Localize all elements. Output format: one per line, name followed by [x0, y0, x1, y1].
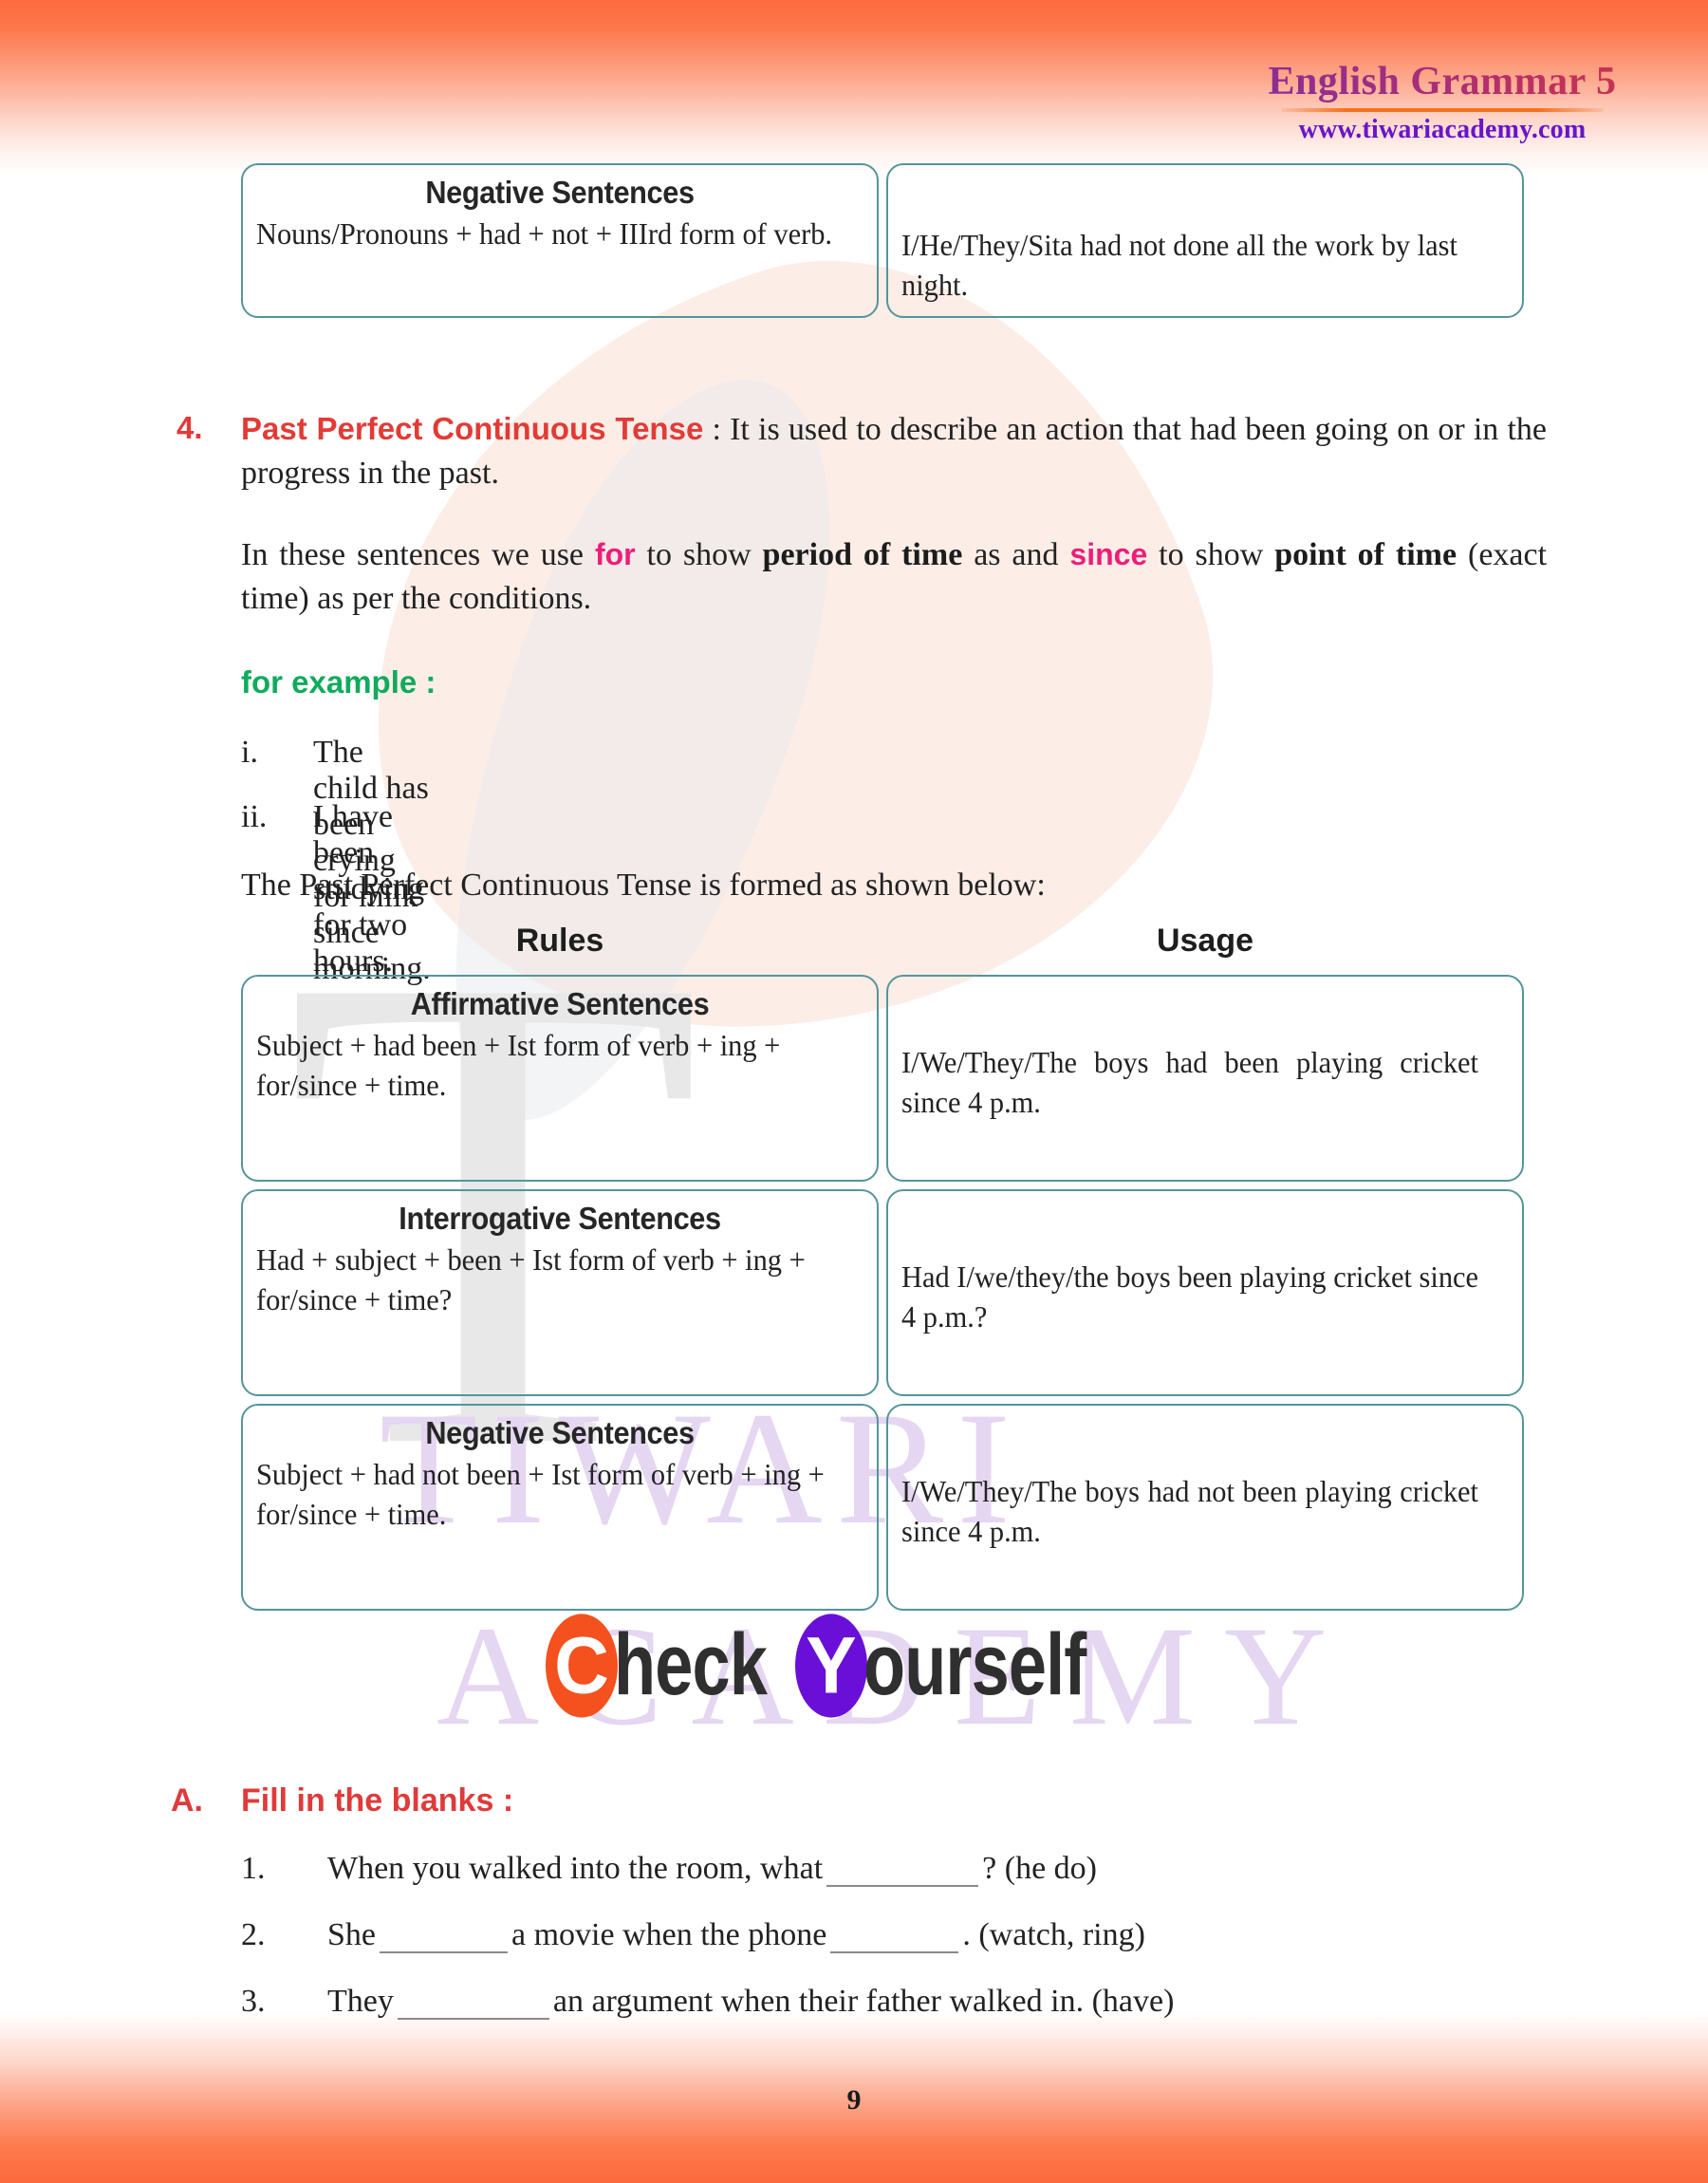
check-yourself-y-badge: Y: [794, 1614, 867, 1718]
table-cell-usage: I/He/They/Sita had not done all the work…: [886, 163, 1524, 319]
table-cell-usage: Had I/we/they/the boys been playing cric…: [886, 1189, 1524, 1396]
usage-body: I/He/They/Sita had not done all the work…: [901, 228, 1457, 302]
question-text-1: When you walked into the room, what ? (he…: [327, 1851, 1097, 1887]
usage-note-part4: to show: [1147, 537, 1275, 572]
keyword-period-of-time: period of time: [762, 537, 963, 572]
question-number: 3.: [241, 1984, 266, 2019]
rule-body: Nouns/Pronouns + had + not + IIIrd form …: [256, 216, 832, 251]
column-header-usage: Usage: [1156, 923, 1254, 959]
exercise-title: Fill in the blanks :: [241, 1782, 514, 1819]
question-1-after: ? (he do): [982, 1851, 1097, 1886]
answer-blank[interactable]: [830, 1925, 959, 1953]
example-marker: i.: [241, 735, 258, 770]
table-cell-rule: Negative Sentences Subject + had not bee…: [241, 1404, 879, 1611]
exercise-letter: A.: [171, 1782, 203, 1819]
usage-note-part2: to show: [635, 537, 763, 572]
section-number: 4.: [176, 410, 203, 445]
question-1-before: When you walked into the room, what: [327, 1851, 824, 1886]
for-example-label: for example :: [241, 664, 436, 700]
table-cell-rule: Negative Sentences Nouns/Pronouns + had …: [241, 163, 879, 319]
rule-heading: Affirmative Sentences: [410, 986, 710, 1021]
table-cell-usage: I/We/They/The boys had not been playing …: [886, 1404, 1524, 1611]
rule-body: Had + subject + been + Ist form of verb …: [256, 1242, 806, 1316]
column-header-rules: Rules: [515, 923, 604, 959]
check-yourself-c-badge: C: [546, 1614, 618, 1718]
question-3-after: an argument when their father walked in.…: [552, 1984, 1175, 2019]
main-table-row-negative: Negative Sentences Subject + had not bee…: [241, 1404, 1524, 1611]
book-title: English Grammar 5: [1177, 59, 1708, 104]
question-2-after: . (watch, ring): [962, 1917, 1145, 1952]
rule-heading: Negative Sentences: [425, 175, 695, 210]
website-url[interactable]: www.tiwariacademy.com: [1177, 115, 1708, 145]
rule-heading: Negative Sentences: [425, 1415, 695, 1450]
usage-note-part1: In these sentences we use: [241, 537, 595, 572]
usage-body: I/We/They/The boys had not been playing …: [901, 1474, 1478, 1548]
answer-blank[interactable]: [826, 1858, 979, 1887]
question-text-2: She a movie when the phone . (watch, ring): [327, 1917, 1145, 1953]
table-cell-usage: I/We/They/The boys had been playing cric…: [886, 975, 1524, 1182]
question-3-before: They: [327, 1984, 394, 2019]
rule-body: Subject + had been + Ist form of verb + …: [256, 1028, 781, 1102]
main-table-row-affirmative: Affirmative Sentences Subject + had been…: [241, 975, 1524, 1182]
header-divider: [1281, 108, 1604, 112]
check-yourself-heck-text: heck: [614, 1616, 768, 1714]
keyword-point-of-time: point of time: [1274, 537, 1457, 572]
rule-body: Subject + had not been + Ist form of ver…: [256, 1457, 825, 1531]
section-definition-paragraph: Past Perfect Continuous Tense : It is us…: [241, 408, 1547, 495]
question-text-3: They an argument when their father walked…: [327, 1984, 1174, 2020]
main-table-column-headers: Rules Usage: [241, 923, 1524, 960]
usage-body: Had I/we/they/the boys been playing cric…: [901, 1259, 1478, 1334]
answer-blank[interactable]: [380, 1925, 508, 1953]
usage-note-part3: as and: [962, 537, 1070, 572]
answer-blank[interactable]: [397, 1991, 549, 2020]
table-cell-rule: Affirmative Sentences Subject + had been…: [241, 975, 879, 1182]
rule-heading: Interrogative Sentences: [399, 1201, 721, 1236]
negative-sentences-table: Negative Sentences Nouns/Pronouns + had …: [241, 163, 1524, 319]
question-2-before: She: [327, 1917, 376, 1952]
example-marker: ii.: [241, 799, 268, 834]
check-yourself-banner: C heck Y ourself: [546, 1614, 1116, 1718]
table-cell-rule: Interrogative Sentences Had + subject + …: [241, 1189, 879, 1396]
formed-note-paragraph: The Past Perfect Continuous Tense is for…: [241, 868, 1046, 903]
section-title: Past Perfect Continuous Tense: [241, 411, 704, 446]
check-yourself-ourself-text: ourself: [863, 1616, 1086, 1714]
usage-note-paragraph: In these sentences we use for to show pe…: [241, 533, 1547, 621]
question-number: 1.: [241, 1851, 266, 1886]
page-header: English Grammar 5 www.tiwariacademy.com: [1177, 59, 1708, 145]
keyword-for: for: [594, 537, 636, 571]
keyword-since: since: [1069, 537, 1148, 571]
section-title-separator: :: [703, 412, 731, 447]
page-root: T TIWARI ACADEMY English Grammar 5 www.t…: [0, 0, 1708, 2183]
question-number: 2.: [241, 1917, 266, 1952]
page-number: 9: [846, 2084, 862, 2116]
main-table-row-interrogative: Interrogative Sentences Had + subject + …: [241, 1189, 1524, 1396]
usage-body: I/We/They/The boys had been playing cric…: [901, 1045, 1478, 1119]
question-2-mid: a movie when the phone: [511, 1917, 827, 1952]
